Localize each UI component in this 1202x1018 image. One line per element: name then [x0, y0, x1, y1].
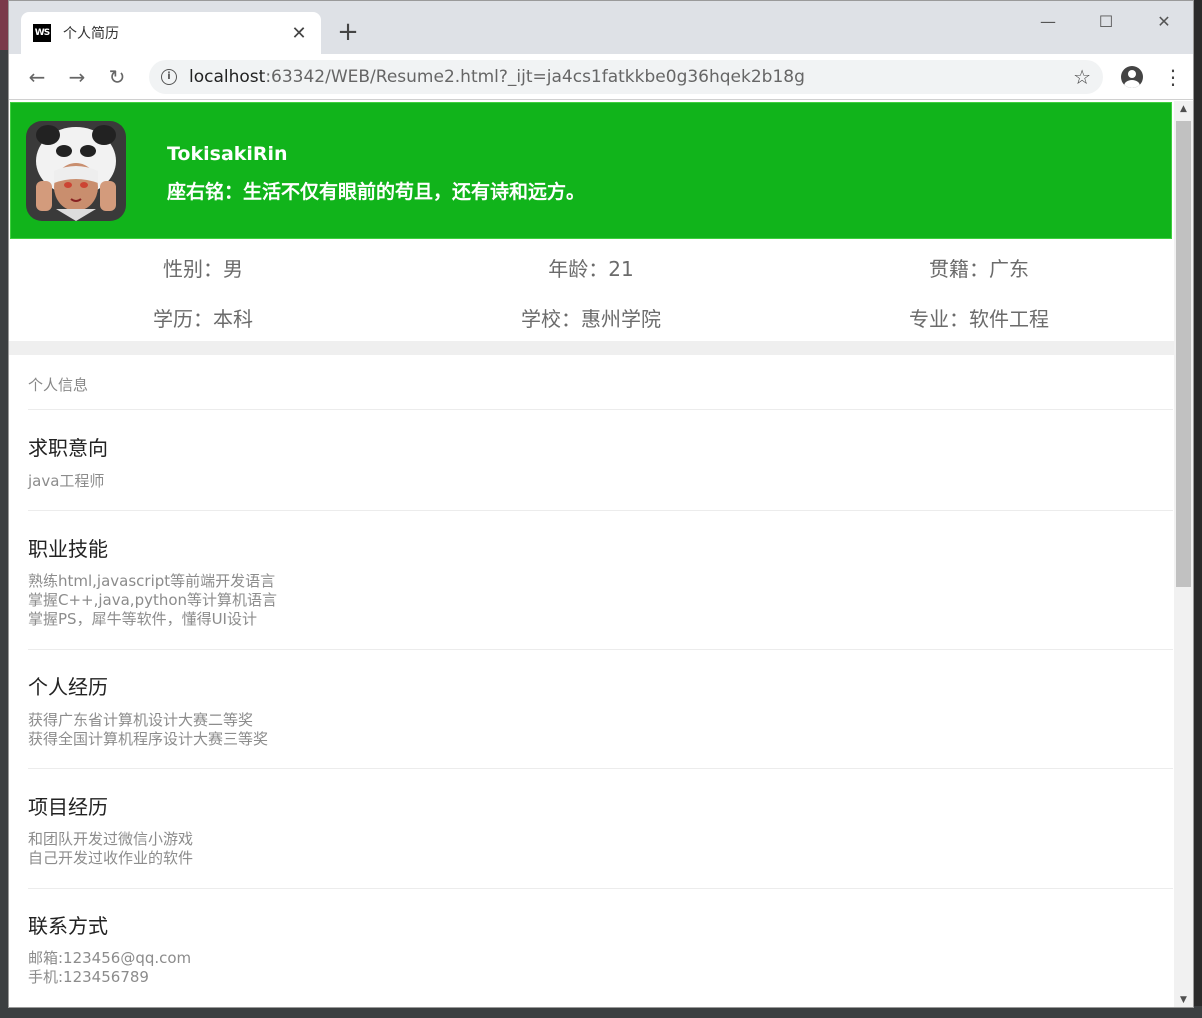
job-intent-content: java工程师: [28, 472, 105, 490]
url-text[interactable]: localhost:63342/WEB/Resume2.html?_ijt=ja…: [189, 67, 1073, 87]
close-window-button[interactable]: ✕: [1135, 1, 1193, 41]
avatar: [26, 121, 126, 221]
divider: [28, 409, 1173, 410]
scroll-down-arrow-icon[interactable]: ▼: [1174, 992, 1193, 1007]
back-button[interactable]: ←: [17, 57, 57, 97]
tab-strip: WS 个人简历 ✕ + — ☐ ✕: [9, 1, 1193, 54]
scroll-up-arrow-icon[interactable]: ▲: [1174, 101, 1193, 118]
window-controls: — ☐ ✕: [1019, 1, 1193, 41]
info-school: 学校：惠州学院: [521, 307, 661, 331]
experience-content: 获得广东省计算机设计大赛二等奖 获得全国计算机程序设计大赛三等奖: [28, 711, 269, 748]
minimize-button[interactable]: —: [1019, 1, 1077, 41]
reload-button[interactable]: ↻: [97, 57, 137, 97]
tab-resume[interactable]: WS 个人简历 ✕: [21, 12, 321, 54]
divider: [28, 649, 1173, 650]
info-major: 专业：软件工程: [909, 307, 1049, 331]
divider: [28, 888, 1173, 889]
browser-menu-icon[interactable]: ⋮: [1163, 65, 1183, 89]
webstorm-icon: WS: [33, 24, 51, 42]
skills-content: 熟练html,javascript等前端开发语言 掌握C++,java,pyth…: [28, 572, 278, 628]
profile-name: TokisakiRin: [167, 143, 288, 165]
resume-header: TokisakiRin 座右铭：生活不仅有眼前的苟且，还有诗和远方。: [10, 102, 1172, 239]
personal-info-label: 个人信息: [28, 376, 89, 394]
projects-heading: 项目经历: [28, 795, 108, 819]
projects-content: 和团队开发过微信小游戏 自己开发过收作业的软件: [28, 830, 194, 867]
page-viewport: TokisakiRin 座右铭：生活不仅有眼前的苟且，还有诗和远方。 性别：男 …: [9, 101, 1175, 1007]
new-tab-button[interactable]: +: [335, 19, 361, 46]
forward-button[interactable]: →: [57, 57, 97, 97]
address-bar[interactable]: i localhost:63342/WEB/Resume2.html?_ijt=…: [149, 59, 1103, 94]
profile-motto: 座右铭：生活不仅有眼前的苟且，还有诗和远方。: [167, 181, 586, 203]
maximize-button[interactable]: ☐: [1077, 1, 1135, 41]
bookmark-star-icon[interactable]: ☆: [1073, 65, 1091, 89]
divider: [28, 510, 1173, 511]
tab-title: 个人简历: [63, 26, 119, 42]
profile-avatar-icon[interactable]: [1121, 65, 1143, 88]
section-separator-bar: [9, 341, 1175, 355]
page-scrollbar[interactable]: ▲ ▼: [1174, 101, 1193, 1007]
contact-content: 邮箱:123456@qq.com 手机:123456789: [28, 949, 192, 986]
close-tab-icon[interactable]: ✕: [289, 23, 309, 44]
info-education: 学历：本科: [153, 307, 253, 331]
browser-toolbar: ← → ↻ i localhost:63342/WEB/Resume2.html…: [9, 54, 1193, 100]
contact-heading: 联系方式: [28, 914, 108, 938]
job-intent-heading: 求职意向: [28, 436, 108, 460]
experience-heading: 个人经历: [28, 675, 108, 699]
site-info-icon[interactable]: i: [161, 68, 177, 85]
scrollbar-thumb[interactable]: [1176, 121, 1191, 587]
browser-window: WS 个人简历 ✕ + — ☐ ✕ ← → ↻ i localhost:6334…: [8, 0, 1194, 1008]
skills-heading: 职业技能: [28, 537, 108, 561]
info-gender: 性别：男: [163, 257, 243, 281]
info-age: 年龄：21: [548, 257, 634, 281]
basic-info-grid: 性别：男 年龄：21 贯籍：广东 学历：本科 学校：惠州学院 专业：软件工程: [9, 241, 1175, 341]
divider: [28, 768, 1173, 769]
info-hometown: 贯籍：广东: [929, 257, 1029, 281]
